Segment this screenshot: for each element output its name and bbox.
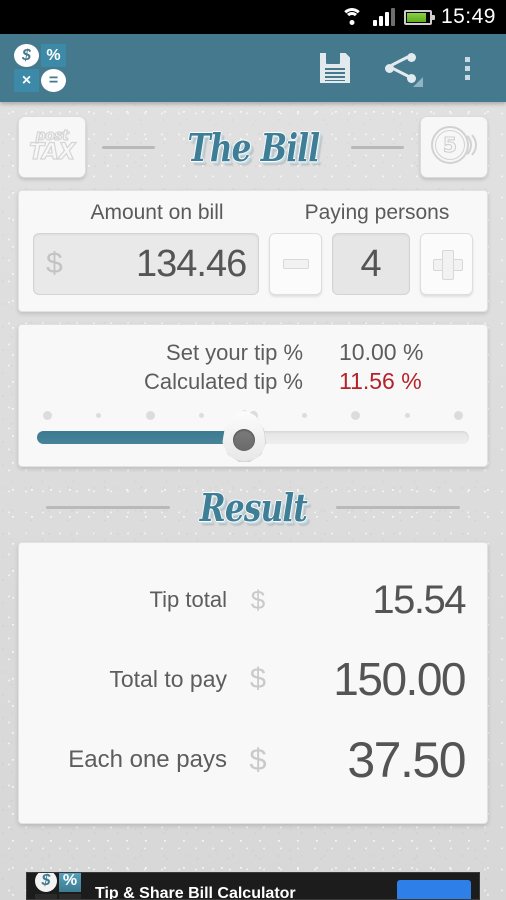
each-one-pays-value: 37.50 bbox=[347, 732, 466, 788]
rounding-value: 5 bbox=[442, 132, 457, 157]
amount-input[interactable]: $ 134.46 bbox=[33, 233, 260, 295]
each-one-pays-currency: $ bbox=[249, 742, 267, 777]
decrement-persons-button[interactable] bbox=[269, 233, 322, 295]
tip-slider[interactable] bbox=[37, 409, 469, 462]
tip-total-currency: $ bbox=[250, 584, 266, 615]
rounding-button[interactable]: 5 bbox=[420, 116, 488, 178]
persons-value[interactable]: 4 bbox=[331, 233, 411, 295]
title-rule-left bbox=[102, 145, 155, 149]
calculated-tip-row: Calculated tip % 11.56 % bbox=[37, 368, 469, 395]
calculated-tip-label: Calculated tip % bbox=[144, 369, 303, 394]
result-row-total-to-pay: Total to pay $ 150.00 bbox=[41, 639, 466, 719]
tip-total-label: Tip total bbox=[149, 587, 227, 612]
slider-fill bbox=[37, 431, 245, 444]
calculated-tip-value: 11.56 % bbox=[339, 368, 422, 394]
increment-persons-button[interactable] bbox=[420, 233, 474, 295]
ad-dollar-icon: $ bbox=[35, 873, 57, 892]
result-row-each-one-pays: Each one pays $ 37.50 bbox=[41, 719, 466, 801]
share-button[interactable] bbox=[368, 34, 434, 102]
result-card: Tip total $ 15.54 Total to pay $ 150.00 … bbox=[18, 542, 488, 824]
wifi-icon bbox=[340, 7, 364, 27]
ad-equals-icon bbox=[59, 894, 81, 899]
overflow-menu-icon bbox=[464, 56, 470, 80]
ad-install-button[interactable] bbox=[397, 880, 471, 899]
overflow-menu-button[interactable] bbox=[434, 34, 500, 102]
set-tip-value: 10.00 % bbox=[339, 339, 424, 365]
save-icon bbox=[320, 53, 350, 83]
bill-title-row: post TAX The Bill 5 bbox=[18, 116, 488, 178]
ad-app-icon: $ % bbox=[35, 873, 81, 899]
title-rule-right bbox=[351, 145, 404, 149]
ad-banner[interactable]: $ % Tip & Share Bill Calculator bbox=[26, 872, 480, 900]
slider-track[interactable] bbox=[37, 410, 469, 462]
amount-label: Amount on bill bbox=[90, 201, 224, 224]
app-logo-icon[interactable]: $ % × = bbox=[14, 44, 66, 92]
page-title: The Bill bbox=[187, 124, 320, 170]
dropdown-caret-icon bbox=[413, 77, 423, 87]
logo-times-icon: × bbox=[14, 69, 39, 92]
result-title-row: Result bbox=[18, 485, 488, 530]
set-tip-label: Set your tip % bbox=[166, 340, 303, 365]
coin-stack-icon: 5 bbox=[431, 124, 477, 170]
ad-title: Tip & Share Bill Calculator bbox=[95, 885, 296, 900]
action-bar: $ % × = bbox=[0, 34, 506, 102]
currency-symbol: $ bbox=[46, 247, 63, 280]
result-row-tip-total: Tip total $ 15.54 bbox=[41, 561, 467, 639]
plus-icon bbox=[432, 250, 463, 280]
amount-value: 134.46 bbox=[136, 242, 247, 285]
status-clock: 15:49 bbox=[440, 5, 496, 28]
post-tax-line2: TAX bbox=[28, 140, 75, 166]
tip-total-value: 15.54 bbox=[372, 577, 466, 622]
logo-equals-icon: = bbox=[41, 69, 66, 92]
post-tax-icon: post TAX bbox=[28, 129, 75, 166]
signal-bars-icon bbox=[372, 8, 395, 26]
post-tax-button[interactable]: post TAX bbox=[18, 116, 86, 178]
result-title: Result bbox=[199, 485, 307, 530]
ad-percent-icon: % bbox=[59, 873, 81, 892]
set-tip-row: Set your tip % 10.00 % bbox=[37, 339, 469, 366]
total-to-pay-value: 150.00 bbox=[333, 653, 466, 705]
minus-icon bbox=[282, 259, 309, 269]
logo-dollar-icon: $ bbox=[14, 44, 39, 67]
share-icon bbox=[385, 53, 423, 87]
logo-percent-icon: % bbox=[41, 44, 66, 67]
total-to-pay-label: Total to pay bbox=[109, 665, 227, 692]
save-button[interactable] bbox=[302, 34, 368, 102]
result-rule-left bbox=[46, 506, 170, 509]
total-to-pay-currency: $ bbox=[249, 662, 267, 695]
main-content: post TAX The Bill 5 Amount on bill Payin… bbox=[0, 116, 506, 824]
result-rule-right bbox=[336, 506, 460, 509]
persons-label: Paying persons bbox=[304, 201, 450, 224]
each-one-pays-label: Each one pays bbox=[68, 746, 227, 773]
ad-times-icon bbox=[35, 894, 57, 899]
bill-labels-row: Amount on bill Paying persons bbox=[33, 201, 473, 225]
action-bar-actions bbox=[302, 34, 500, 102]
bill-input-card: Amount on bill Paying persons $ 134.46 4 bbox=[18, 190, 488, 312]
battery-icon bbox=[403, 9, 435, 25]
tip-card: Set your tip % 10.00 % Calculated tip % … bbox=[18, 324, 488, 467]
bill-inputs-row: $ 134.46 4 bbox=[33, 233, 474, 295]
status-bar: 15:49 bbox=[0, 0, 506, 34]
